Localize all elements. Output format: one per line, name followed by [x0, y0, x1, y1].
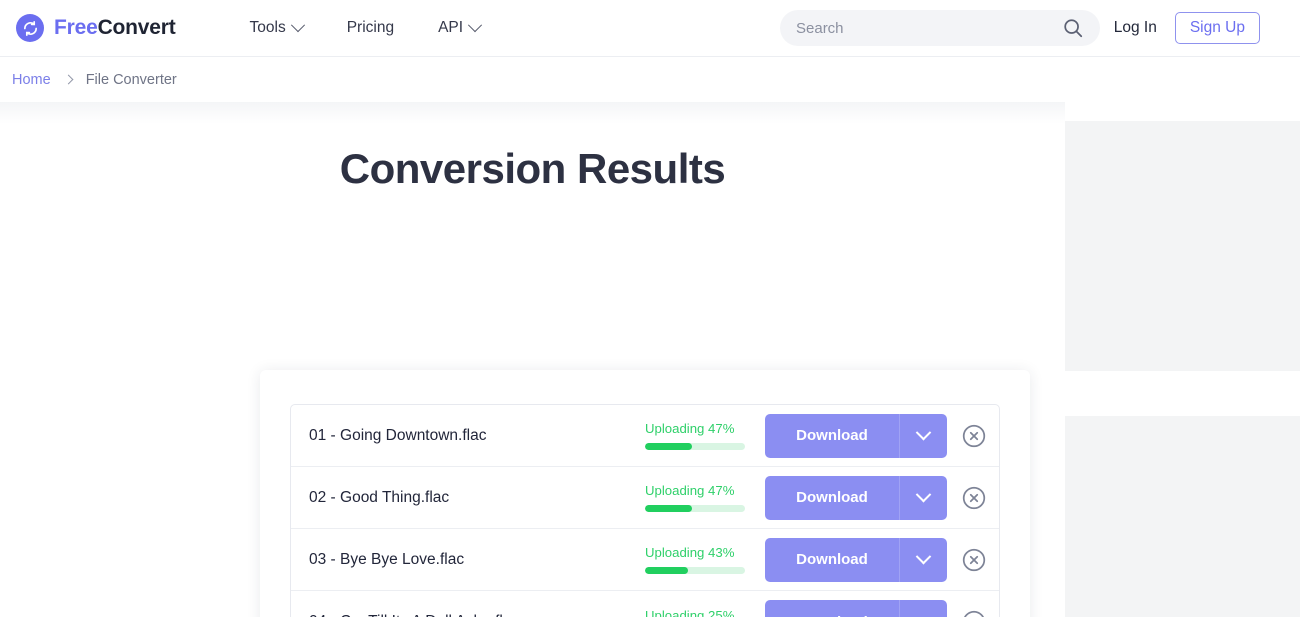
content-column: Conversion Results 01 - Going Downtown.f… — [0, 102, 1065, 617]
site-header: FreeConvert Tools Pricing API Log In Sig… — [0, 0, 1300, 56]
progress-bar — [645, 505, 745, 512]
sync-circle-icon — [16, 14, 44, 42]
download-button[interactable]: Download — [765, 476, 899, 520]
auth-actions: Log In Sign Up — [1114, 0, 1260, 56]
upload-status: Uploading 43% — [645, 545, 745, 574]
remove-file-button[interactable] — [961, 423, 987, 449]
progress-bar — [645, 443, 745, 450]
remove-file-button[interactable] — [961, 547, 987, 573]
page-body: Conversion Results 01 - Going Downtown.f… — [0, 102, 1300, 617]
ad-placeholder-bottom — [1065, 416, 1300, 617]
status-text: Uploading 47% — [645, 421, 735, 436]
status-text: Uploading 47% — [645, 483, 735, 498]
brand-text-first: Free — [54, 16, 98, 39]
table-row: 03 - Bye Bye Love.flac Uploading 43% Dow… — [291, 529, 999, 591]
brand-text: FreeConvert — [54, 16, 176, 40]
nav-item-api-label: API — [438, 19, 464, 36]
nav-item-tools[interactable]: Tools — [249, 18, 305, 37]
chevron-down-icon — [468, 18, 483, 33]
conversion-results-card: 01 - Going Downtown.flac Uploading 47% D… — [260, 370, 1030, 617]
progress-fill — [645, 567, 688, 574]
login-link[interactable]: Log In — [1114, 19, 1157, 37]
file-name: 01 - Going Downtown.flac — [309, 426, 487, 444]
nav-item-api[interactable]: API — [438, 18, 483, 37]
chevron-right-icon — [63, 74, 74, 85]
nav-item-tools-label: Tools — [249, 19, 286, 36]
nav-item-pricing[interactable]: Pricing — [347, 19, 394, 37]
download-button[interactable]: Download — [765, 414, 899, 458]
upload-status: Uploading 47% — [645, 483, 745, 512]
breadcrumb-home[interactable]: Home — [12, 72, 51, 88]
download-options-button[interactable] — [899, 537, 947, 582]
chevron-down-icon — [290, 18, 305, 33]
status-text: Uploading 43% — [645, 545, 735, 560]
primary-nav: Tools Pricing API — [249, 18, 483, 37]
brand-text-second: Convert — [97, 16, 176, 39]
breadcrumb-current: File Converter — [85, 71, 177, 88]
brand-logo[interactable]: FreeConvert — [16, 14, 176, 42]
download-options-button[interactable] — [899, 600, 947, 617]
table-row: 01 - Going Downtown.flac Uploading 47% D… — [291, 405, 999, 467]
download-options-button[interactable] — [899, 475, 947, 520]
download-button[interactable]: Download — [765, 600, 899, 617]
upload-status: Uploading 47% — [645, 421, 745, 450]
download-button-group[interactable]: Download — [765, 413, 947, 458]
nav-item-pricing-label: Pricing — [346, 19, 395, 36]
file-name: 04 - Cry Till Its A Dull Ache.flac — [309, 613, 645, 617]
search-box[interactable] — [780, 10, 1100, 46]
download-options-button[interactable] — [899, 413, 947, 458]
table-row: 02 - Good Thing.flac Uploading 47% Downl… — [291, 467, 999, 529]
file-list: 01 - Going Downtown.flac Uploading 47% D… — [290, 404, 1000, 617]
download-button[interactable]: Download — [765, 538, 899, 582]
status-text: Uploading 25% — [645, 607, 735, 617]
chevron-down-icon — [915, 611, 932, 617]
progress-fill — [645, 443, 692, 450]
download-button-group[interactable]: Download — [765, 600, 947, 617]
ad-rail — [1065, 102, 1300, 617]
progress-fill — [645, 505, 692, 512]
ad-placeholder-top — [1065, 121, 1300, 371]
remove-file-button[interactable] — [961, 485, 987, 511]
search-icon[interactable] — [1062, 17, 1084, 39]
chevron-down-icon — [915, 486, 932, 503]
download-button-group[interactable]: Download — [765, 537, 947, 582]
chevron-down-icon — [915, 424, 932, 441]
download-button-group[interactable]: Download — [765, 475, 947, 520]
search-input[interactable] — [796, 19, 1062, 37]
file-name: 02 - Good Thing.flac — [309, 488, 450, 506]
upload-status: Uploading 25% — [645, 608, 745, 617]
remove-file-button[interactable] — [961, 609, 987, 617]
breadcrumb: Home File Converter — [0, 56, 1300, 102]
progress-bar — [645, 567, 745, 574]
chevron-down-icon — [915, 548, 932, 565]
signup-button[interactable]: Sign Up — [1174, 12, 1260, 44]
file-name: 03 - Bye Bye Love.flac — [309, 550, 465, 568]
page-title: Conversion Results — [339, 145, 726, 192]
table-row: 04 - Cry Till Its A Dull Ache.flac Uploa… — [291, 591, 999, 617]
